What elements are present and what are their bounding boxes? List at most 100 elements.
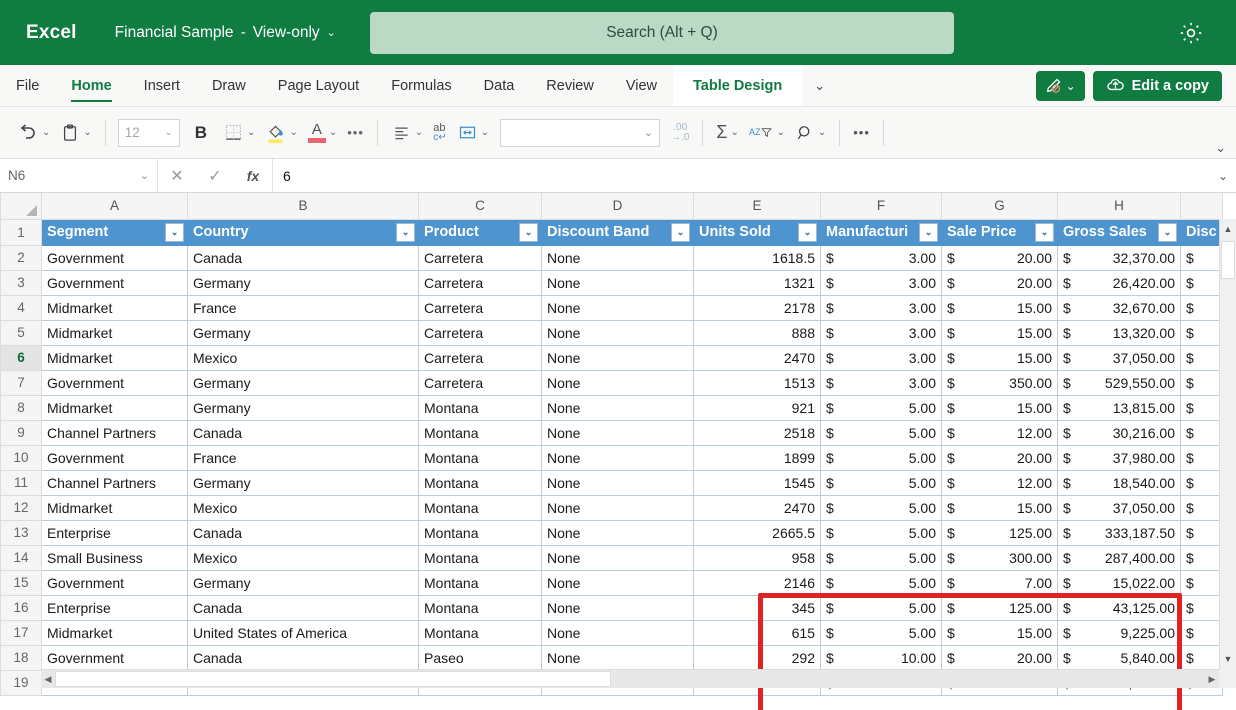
header-cell[interactable]: Segment⌄ xyxy=(42,219,188,245)
cell-sale-price[interactable]: $15.00 xyxy=(942,495,1058,520)
cell-discounts[interactable]: $ xyxy=(1181,345,1223,370)
number-format-select[interactable]: ⌄ xyxy=(500,119,660,147)
horizontal-scrollbar[interactable]: ◀ ▶ xyxy=(41,669,1219,688)
table-row[interactable]: 10GovernmentFranceMontanaNone1899$5.00$2… xyxy=(1,445,1224,470)
cell-manufacturing-price[interactable]: $5.00 xyxy=(821,595,942,620)
row-header-16[interactable]: 16 xyxy=(1,595,42,620)
cell-country[interactable]: Germany xyxy=(188,270,419,295)
tab-home[interactable]: Home xyxy=(55,65,127,106)
cell-discounts[interactable]: $ xyxy=(1181,595,1223,620)
sort-filter-button[interactable]: AZ ⌄ xyxy=(744,117,790,149)
cell-country[interactable]: Germany xyxy=(188,370,419,395)
cell-discount-band[interactable]: None xyxy=(542,570,694,595)
cell-discounts[interactable]: $ xyxy=(1181,545,1223,570)
cell-discount-band[interactable]: None xyxy=(542,395,694,420)
cell-country[interactable]: Germany xyxy=(188,395,419,420)
filter-button-segment[interactable]: ⌄ xyxy=(165,223,184,242)
editing-mode-button[interactable]: ⌄ xyxy=(1036,71,1085,101)
cell-country[interactable]: France xyxy=(188,445,419,470)
bold-button[interactable]: B xyxy=(184,117,218,149)
column-header-H[interactable]: H xyxy=(1058,193,1181,219)
row-header-1[interactable]: 1 xyxy=(1,219,42,245)
font-more-button[interactable]: ••• xyxy=(342,117,369,149)
table-row[interactable]: 13EnterpriseCanadaMontanaNone2665.5$5.00… xyxy=(1,520,1224,545)
header-cell[interactable]: Country⌄ xyxy=(188,219,419,245)
cell-country[interactable]: Germany xyxy=(188,470,419,495)
cell-gross-sales[interactable]: $37,050.00 xyxy=(1058,495,1181,520)
cell-discounts[interactable]: $ xyxy=(1181,495,1223,520)
table-row[interactable]: 5MidmarketGermanyCarreteraNone888$3.00$1… xyxy=(1,320,1224,345)
row-header-14[interactable]: 14 xyxy=(1,545,42,570)
table-row[interactable]: 14Small BusinessMexicoMontanaNone958$5.0… xyxy=(1,545,1224,570)
filter-button-manufacturi[interactable]: ⌄ xyxy=(919,223,938,242)
table-row[interactable]: 7GovernmentGermanyCarreteraNone1513$3.00… xyxy=(1,370,1224,395)
column-header-A[interactable]: A xyxy=(42,193,188,219)
cell-country[interactable]: Mexico xyxy=(188,345,419,370)
table-row[interactable]: 6MidmarketMexicoCarreteraNone2470$3.00$1… xyxy=(1,345,1224,370)
tab-view[interactable]: View xyxy=(610,65,673,106)
column-header-D[interactable]: D xyxy=(542,193,694,219)
cell-sale-price[interactable]: $20.00 xyxy=(942,270,1058,295)
cell-sale-price[interactable]: $20.00 xyxy=(942,445,1058,470)
scroll-left-button[interactable]: ◀ xyxy=(41,670,55,688)
cell-gross-sales[interactable]: $13,815.00 xyxy=(1058,395,1181,420)
cell-segment[interactable]: Small Business xyxy=(42,545,188,570)
cell-units-sold[interactable]: 2470 xyxy=(694,495,821,520)
cell-sale-price[interactable]: $15.00 xyxy=(942,395,1058,420)
cell-sale-price[interactable]: $15.00 xyxy=(942,320,1058,345)
insert-function-button[interactable]: fx xyxy=(234,159,272,192)
align-button[interactable]: ⌄ xyxy=(386,117,428,149)
header-cell[interactable]: Discount Band⌄ xyxy=(542,219,694,245)
cell-segment[interactable]: Government xyxy=(42,645,188,670)
cell-units-sold[interactable]: 292 xyxy=(694,645,821,670)
cell-product[interactable]: Paseo xyxy=(419,645,542,670)
tab-table-design[interactable]: Table Design xyxy=(673,65,802,106)
cell-gross-sales[interactable]: $18,540.00 xyxy=(1058,470,1181,495)
tab-data[interactable]: Data xyxy=(468,65,531,106)
cell-units-sold[interactable]: 2470 xyxy=(694,345,821,370)
horizontal-scroll-thumb[interactable] xyxy=(55,671,611,687)
cell-discount-band[interactable]: None xyxy=(542,520,694,545)
vertical-scroll-thumb[interactable] xyxy=(1221,241,1235,279)
cell-sale-price[interactable]: $300.00 xyxy=(942,545,1058,570)
cell-gross-sales[interactable]: $43,125.00 xyxy=(1058,595,1181,620)
cell-manufacturing-price[interactable]: $5.00 xyxy=(821,570,942,595)
table-row[interactable]: 15GovernmentGermanyMontanaNone2146$5.00$… xyxy=(1,570,1224,595)
cell-manufacturing-price[interactable]: $5.00 xyxy=(821,470,942,495)
cell-segment[interactable]: Government xyxy=(42,270,188,295)
cell-country[interactable]: Canada xyxy=(188,520,419,545)
cell-manufacturing-price[interactable]: $10.00 xyxy=(821,645,942,670)
edit-a-copy-button[interactable]: Edit a copy xyxy=(1093,71,1222,101)
cell-discounts[interactable]: $ xyxy=(1181,470,1223,495)
cell-product[interactable]: Carretera xyxy=(419,370,542,395)
cell-units-sold[interactable]: 615 xyxy=(694,620,821,645)
scroll-right-button[interactable]: ▶ xyxy=(1205,670,1219,688)
cell-gross-sales[interactable]: $529,550.00 xyxy=(1058,370,1181,395)
decrease-decimal-button[interactable]: .00 →.0 xyxy=(666,117,694,149)
cell-segment[interactable]: Midmarket xyxy=(42,345,188,370)
cell-manufacturing-price[interactable]: $5.00 xyxy=(821,620,942,645)
cell-discount-band[interactable]: None xyxy=(542,245,694,270)
cancel-edit-button[interactable]: ✕ xyxy=(158,159,196,192)
cell-discounts[interactable]: $ xyxy=(1181,245,1223,270)
cell-manufacturing-price[interactable]: $5.00 xyxy=(821,495,942,520)
font-size-input[interactable]: 12 ⌄ xyxy=(118,119,180,147)
cell-product[interactable]: Montana xyxy=(419,395,542,420)
table-row[interactable]: 11Channel PartnersGermanyMontanaNone1545… xyxy=(1,470,1224,495)
cell-discounts[interactable]: $ xyxy=(1181,420,1223,445)
cell-gross-sales[interactable]: $333,187.50 xyxy=(1058,520,1181,545)
cell-discounts[interactable]: $ xyxy=(1181,570,1223,595)
header-cell[interactable]: Manufacturi⌄ xyxy=(821,219,942,245)
cell-gross-sales[interactable]: $287,400.00 xyxy=(1058,545,1181,570)
table-row[interactable]: 4MidmarketFranceCarreteraNone2178$3.00$1… xyxy=(1,295,1224,320)
cell-gross-sales[interactable]: $15,022.00 xyxy=(1058,570,1181,595)
cell-product[interactable]: Carretera xyxy=(419,295,542,320)
cell-discount-band[interactable]: None xyxy=(542,270,694,295)
wrap-text-button[interactable]: ab c↵ xyxy=(428,117,451,149)
row-header-13[interactable]: 13 xyxy=(1,520,42,545)
cell-units-sold[interactable]: 1899 xyxy=(694,445,821,470)
cell-sale-price[interactable]: $15.00 xyxy=(942,295,1058,320)
row-header-2[interactable]: 2 xyxy=(1,245,42,270)
select-all-corner[interactable] xyxy=(1,193,42,219)
cell-discount-band[interactable]: None xyxy=(542,545,694,570)
